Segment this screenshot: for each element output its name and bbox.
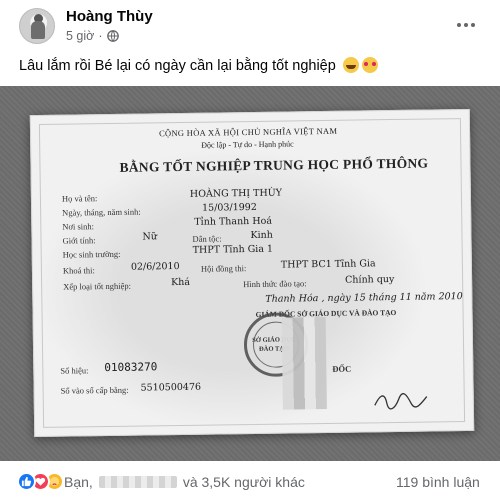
serial-label: Số hiệu: bbox=[60, 365, 89, 376]
exam-label: Khoá thi: bbox=[62, 265, 95, 276]
school-label: Học sinh trường: bbox=[62, 248, 121, 260]
name-label: Họ và tên: bbox=[61, 193, 98, 204]
mode-label: Hình thức đào tạo: bbox=[243, 278, 307, 290]
signature bbox=[374, 393, 428, 410]
smiling-face-with-hearts-emoji-icon bbox=[361, 57, 378, 73]
more-dots-icon bbox=[471, 23, 475, 27]
author-name[interactable]: Hoàng Thùy bbox=[66, 8, 153, 25]
dob-label: Ngày, tháng, năm sinh: bbox=[62, 206, 141, 218]
dob-value: 15/03/1992 bbox=[202, 201, 257, 214]
registry-value: 5510500476 bbox=[140, 381, 202, 394]
grade-value: Khá bbox=[171, 276, 191, 289]
reactors-summary[interactable]: Bạn, và 3,5K người khác bbox=[64, 474, 305, 490]
ethnicity-label: Dân tộc: bbox=[192, 233, 222, 244]
more-dots-icon bbox=[464, 23, 468, 27]
post-caption: Lâu lắm rồi Bé lại có ngày cần lại bằng … bbox=[19, 57, 378, 74]
reactors-suffix: và 3,5K người khác bbox=[182, 474, 305, 490]
mode-value: Chính quy bbox=[345, 274, 395, 286]
certificate-motto: Độc lập - Tự do - Hạnh phúc bbox=[201, 139, 294, 150]
meta-separator: · bbox=[98, 29, 103, 43]
reaction-icons[interactable] bbox=[17, 472, 64, 492]
reactors-prefix: Bạn, bbox=[64, 474, 93, 490]
birthplace-label: Nơi sinh: bbox=[62, 221, 95, 232]
post-time[interactable]: 5 giờ bbox=[66, 29, 94, 43]
gender-label: Giới tính: bbox=[62, 235, 96, 246]
redacted-area bbox=[281, 316, 327, 410]
council-label: Hội đồng thi: bbox=[200, 263, 247, 274]
caption-text: Lâu lắm rồi Bé lại có ngày cần lại bằng … bbox=[19, 58, 336, 74]
gender-value: Nữ bbox=[142, 231, 157, 243]
redacted-names bbox=[98, 476, 177, 488]
globe-icon[interactable] bbox=[106, 30, 119, 42]
certificate: CỘNG HÒA XÃ HỘI CHỦ NGHĨA VIỆT NAM Độc l… bbox=[29, 108, 475, 438]
ethnicity-value: Kinh bbox=[250, 229, 273, 242]
exam-value: 02/6/2010 bbox=[130, 261, 180, 273]
name-value: HOÀNG THỊ THÙY bbox=[189, 187, 283, 200]
avatar[interactable] bbox=[19, 8, 55, 44]
registry-label: Số vào sổ cấp bằng: bbox=[60, 384, 129, 396]
post-footer: Bạn, và 3,5K người khác 119 bình luận bbox=[0, 461, 500, 501]
like-icon bbox=[17, 472, 36, 491]
post-header: Hoàng Thùy 5 giờ · bbox=[0, 0, 500, 50]
more-options-button[interactable] bbox=[452, 13, 480, 37]
school-value: THPT Tĩnh Gia 1 bbox=[192, 243, 274, 256]
birthplace-value: Tỉnh Thanh Hoá bbox=[194, 215, 273, 228]
avatar-body bbox=[31, 21, 45, 39]
serial-value: 01083270 bbox=[104, 360, 158, 375]
council-value: THPT BC1 Tĩnh Gia bbox=[280, 258, 376, 271]
signer-title: ĐỐC bbox=[332, 363, 352, 374]
grade-label: Xếp loại tốt nghiệp: bbox=[63, 280, 132, 292]
grinning-sweat-emoji-icon bbox=[342, 57, 359, 73]
post-photo[interactable]: CỘNG HÒA XÃ HỘI CHỦ NGHĨA VIỆT NAM Độc l… bbox=[0, 86, 500, 461]
more-dots-icon bbox=[457, 23, 461, 27]
comments-count[interactable]: 119 bình luận bbox=[396, 474, 480, 490]
post-meta: 5 giờ · bbox=[66, 29, 119, 43]
